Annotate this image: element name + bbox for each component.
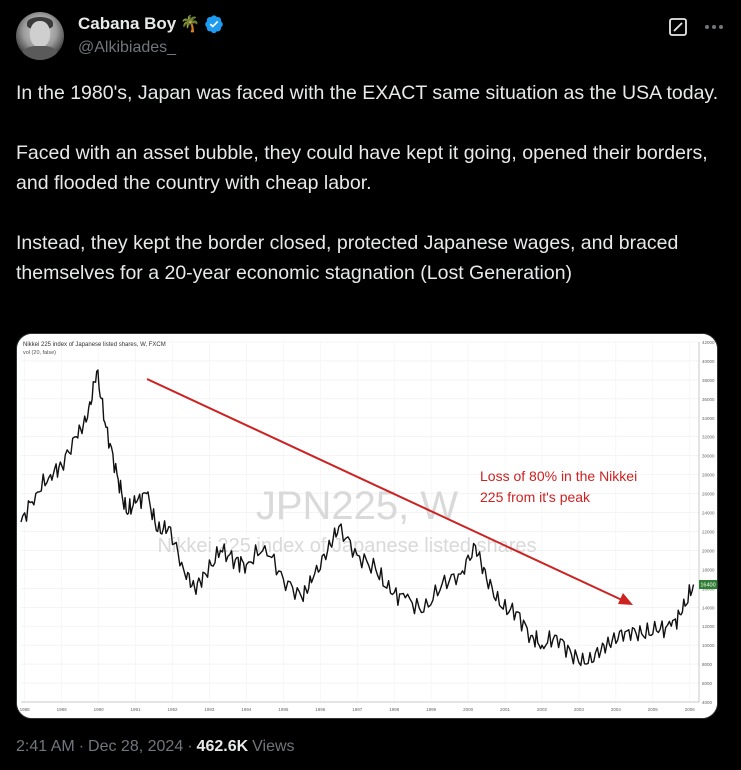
annotation-line-1: Loss of 80% in the Nikkei [480,468,637,484]
x-tick-label: 1993 [204,707,215,712]
y-tick-label: 10000 [702,643,715,648]
x-tick-label: 1989 [57,707,68,712]
tweet-header: Cabana Boy 🌴 @Alkibiades_ [16,10,725,60]
author-handle[interactable]: @Alkibiades_ [78,39,176,57]
tweet-paragraph: In the 1980's, Japan was faced with the … [16,82,719,104]
x-tick-label: 2006 [685,707,696,712]
y-tick-label: 28000 [702,473,715,478]
y-tick-label: 14000 [702,605,715,610]
y-tick-label: 26000 [702,492,715,497]
x-tick-label: 2002 [537,707,548,712]
tweet-footer: 2:41 AM · Dec 28, 2024 · 462.6K Views [16,738,295,756]
chart-subtitle: vol (20, false) [23,350,56,356]
views-label: Views [252,738,295,755]
separator: · [78,738,85,755]
x-tick-label: 1994 [241,707,252,712]
author-name-row: Cabana Boy 🌴 [78,14,224,34]
x-tick-label: 1995 [278,707,289,712]
verified-badge-icon [205,15,223,34]
y-tick-label: 22000 [702,529,715,534]
x-tick-label: 1990 [94,707,105,712]
y-tick-label: 40000 [702,359,715,364]
tweet-text: In the 1980's, Japan was faced with the … [16,78,721,288]
display-name[interactable]: Cabana Boy [78,14,176,34]
y-tick-label: 18000 [702,567,715,572]
annotation-line-2: 225 from it's peak [480,489,591,505]
y-tick-label: 6000 [702,681,713,686]
x-tick-label: 1992 [167,707,178,712]
y-tick-label: 32000 [702,435,715,440]
x-tick-label: 2000 [463,707,474,712]
x-tick-label: 2005 [648,707,659,712]
tweet-paragraph: Instead, they kept the border closed, pr… [16,232,679,284]
y-tick-label: 24000 [702,511,715,516]
x-tick-label: 1988 [20,707,31,712]
avatar[interactable] [16,12,64,60]
y-tick-label: 12000 [702,624,715,629]
separator: · [187,738,193,755]
y-tick-label: 20000 [702,548,715,553]
more-options-icon[interactable] [703,16,725,38]
y-tick-label: 8000 [702,662,713,667]
x-tick-label: 2001 [500,707,511,712]
y-tick-label: 36000 [702,397,715,402]
y-tick-label: 34000 [702,416,715,421]
grok-icon[interactable] [669,18,687,36]
x-tick-label: 2003 [574,707,585,712]
y-tick-label: 42000 [702,340,715,345]
tweet-media-chart[interactable]: JPN225, W Nikkei 225 index of Japanese l… [16,333,718,719]
x-tick-label: 1999 [426,707,437,712]
y-tick-label: 38000 [702,378,715,383]
y-tick-label: 4000 [702,700,713,705]
y-tick-label: 30000 [702,454,715,459]
tweet-date[interactable]: Dec 28, 2024 [88,738,183,756]
tweet-paragraph: Faced with an asset bubble, they could h… [16,142,708,194]
watermark-symbol: JPN225, W [256,484,459,528]
x-tick-label: 1996 [315,707,326,712]
tweet-time[interactable]: 2:41 AM [16,738,75,756]
palm-tree-emoji: 🌴 [180,16,201,33]
svg-text:16400: 16400 [700,583,715,589]
x-tick-label: 1997 [352,707,363,712]
nikkei-chart: JPN225, W Nikkei 225 index of Japanese l… [17,334,717,718]
current-price-tag: 16400 [699,580,717,590]
chart-title: Nikkei 225 index of Japanese listed shar… [23,342,166,348]
views-count: 462.6K [196,738,249,755]
x-tick-label: 1991 [131,707,142,712]
x-tick-label: 2004 [611,707,622,712]
x-tick-label: 1998 [389,707,400,712]
